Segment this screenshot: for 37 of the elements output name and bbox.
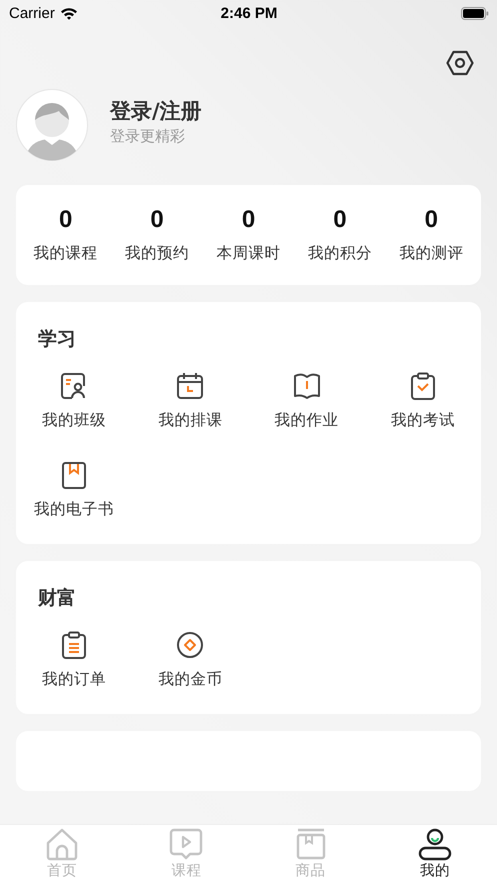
- book-icon: [292, 372, 321, 400]
- avatar-icon: [16, 89, 88, 161]
- battery-icon: [460, 6, 489, 20]
- menu-item[interactable]: 我的订单: [16, 627, 132, 694]
- stat-label: 我的测评: [399, 243, 464, 264]
- stat-label: 本周课时: [216, 243, 281, 264]
- settings-icon: [446, 50, 474, 76]
- stat-value: 0: [333, 206, 347, 234]
- login-register-link[interactable]: 登录/注册: [110, 96, 202, 124]
- stat-label: 我的积分: [308, 243, 372, 264]
- tab[interactable]: 我的: [372, 825, 497, 883]
- menu-item[interactable]: 我的考试: [364, 368, 481, 435]
- stat-label: 我的预约: [125, 243, 190, 264]
- stat-value: 0: [150, 206, 164, 234]
- section-title: 学习: [38, 327, 77, 352]
- section-title: 财富: [38, 586, 77, 611]
- clipboard-check-icon: [408, 372, 437, 400]
- menu-item[interactable]: 我的作业: [248, 368, 365, 435]
- carrier-text: Carrier: [9, 4, 55, 22]
- clock-text: 2:46 PM: [220, 4, 278, 22]
- wifi-icon: [60, 6, 78, 20]
- stat-value: 0: [424, 206, 438, 234]
- menu-item[interactable]: 我的班级: [16, 368, 132, 435]
- home-icon: [45, 827, 80, 861]
- menu-item[interactable]: 我的排课: [132, 368, 248, 435]
- stat-label: 我的课程: [34, 243, 98, 264]
- play-bubble-icon: [169, 827, 204, 861]
- person-icon: [418, 827, 452, 861]
- bookmark-book-icon: [60, 461, 88, 489]
- stat-value: 0: [59, 206, 72, 234]
- clipboard-list-icon: [60, 631, 88, 659]
- calendar-icon: [176, 372, 204, 400]
- profile-subtitle: 登录更精彩: [110, 126, 186, 146]
- coin-icon: [176, 631, 204, 659]
- stat-value: 0: [242, 206, 256, 234]
- menu-item[interactable]: 我的金币: [132, 627, 248, 694]
- menu-item[interactable]: 我的电子书: [16, 457, 132, 524]
